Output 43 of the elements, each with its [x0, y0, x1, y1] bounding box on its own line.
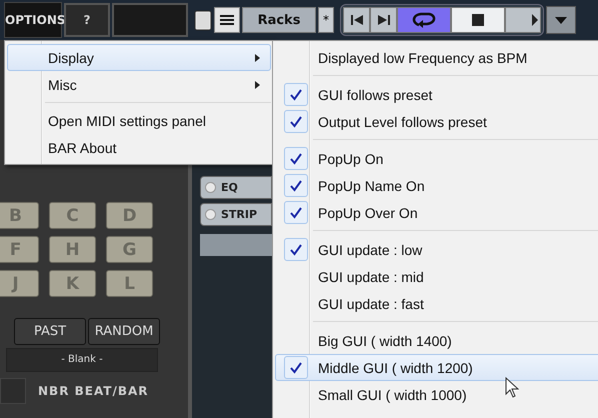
menu-item[interactable]: GUI update : fast [275, 290, 598, 317]
menu-item[interactable]: PopUp On [275, 145, 598, 172]
menu-button[interactable] [214, 7, 240, 33]
stop-icon [472, 14, 484, 26]
strip-toggle[interactable]: STRIP [200, 203, 272, 226]
menu-item[interactable]: PopUp Over On [275, 199, 598, 226]
loop-icon [411, 12, 437, 28]
dropdown-button[interactable] [546, 6, 576, 34]
menu-item[interactable]: PopUp Name On [275, 172, 598, 199]
beat-label: NBR BEAT/BAR [38, 384, 149, 398]
menu-item[interactable]: Open MIDI settings panel [7, 107, 271, 134]
racks-button[interactable]: Racks [242, 7, 316, 33]
play-icon [532, 14, 538, 26]
next-button[interactable] [370, 7, 397, 33]
menu-item[interactable]: GUI follows preset [275, 81, 598, 108]
menu-icon [220, 14, 234, 26]
pattern-button[interactable]: PAST [14, 318, 86, 345]
prev-button[interactable] [343, 7, 370, 33]
menu-item[interactable]: Output Level follows preset [275, 108, 598, 135]
menu-item[interactable]: Small GUI ( width 1000) [275, 381, 598, 408]
menu-item[interactable]: GUI update : low [275, 236, 598, 263]
loop-button[interactable] [397, 7, 451, 33]
skip-forward-icon [376, 14, 390, 26]
play-button[interactable] [505, 7, 541, 33]
caret-icon [555, 16, 567, 24]
star-button[interactable]: * [318, 7, 334, 33]
menu-item[interactable]: Middle GUI ( width 1200) [275, 354, 598, 381]
preset-field[interactable]: - Blank - [6, 348, 158, 372]
menu-item[interactable]: Displayed low Frequency as BPM [275, 44, 598, 71]
menu-item[interactable]: GUI update : mid [275, 263, 598, 290]
menu-item[interactable]: Display [7, 44, 271, 71]
menu-item[interactable]: BAR About [7, 134, 271, 161]
strip-toggle[interactable]: EQ [200, 176, 272, 199]
pattern-button[interactable]: RANDOM [88, 318, 160, 345]
menu-item[interactable]: Big GUI ( width 1400) [275, 327, 598, 354]
skip-back-icon [350, 14, 364, 26]
cursor-icon [505, 377, 519, 399]
help-button[interactable]: ? [64, 3, 110, 37]
clipboard-icon[interactable] [194, 9, 212, 31]
beat-field[interactable] [0, 378, 26, 404]
options-button[interactable]: OPTIONS [4, 2, 62, 38]
stop-button[interactable] [451, 7, 505, 33]
menu-item[interactable]: Misc [7, 71, 271, 98]
